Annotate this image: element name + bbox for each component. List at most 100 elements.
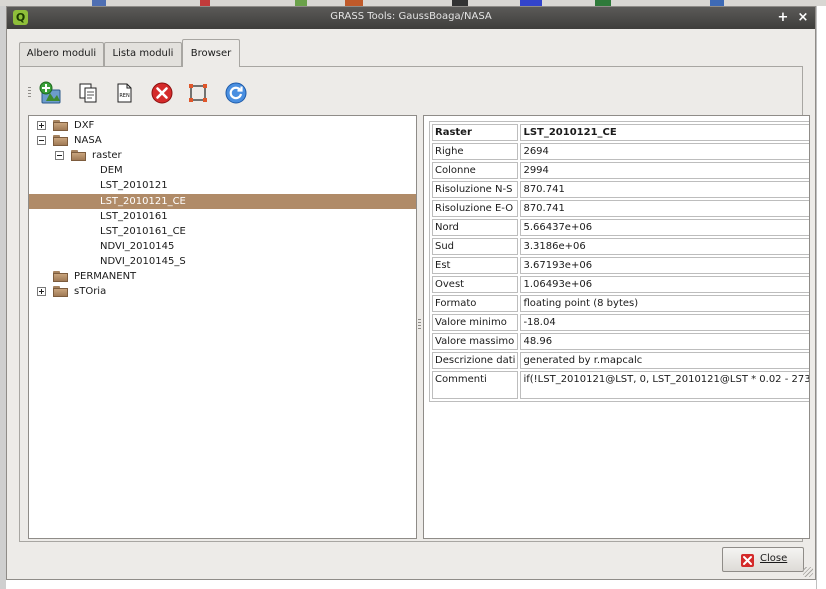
tree-map-item[interactable]: LST_2010161 <box>29 209 416 224</box>
copy-icon <box>79 83 97 103</box>
info-key: Valore minimo <box>432 314 519 331</box>
info-value: 3.67193e+06 <box>520 257 809 274</box>
window-title: GRASS Tools: GaussBoaga/NASA <box>330 11 492 22</box>
info-value: floating point (8 bytes) <box>520 295 809 312</box>
info-key: Colonne <box>432 162 519 179</box>
info-key: Raster <box>432 124 519 141</box>
delete-icon <box>151 82 173 104</box>
tree-folder-item[interactable]: PERMANENT <box>29 269 416 284</box>
info-value: -18.04 <box>520 314 809 331</box>
browser-toolbar: REN <box>20 75 802 109</box>
info-value: 48.96 <box>520 333 809 350</box>
info-value: 2694 <box>520 143 809 160</box>
delete-button[interactable] <box>150 81 174 105</box>
tree-item-label: raster <box>92 150 122 162</box>
rename-button[interactable]: REN <box>112 81 136 105</box>
tree-map-item[interactable]: LST_2010161_CE <box>29 224 416 239</box>
info-key: Formato <box>432 295 519 312</box>
info-key: Est <box>432 257 519 274</box>
info-value: 5.66437e+06 <box>520 219 809 236</box>
copy-button[interactable] <box>76 81 100 105</box>
folder-icon <box>53 286 68 298</box>
add-layer-icon <box>39 81 61 104</box>
close-x-icon <box>741 554 754 567</box>
tree-item-label: LST_2010121 <box>100 180 168 192</box>
map-info-panel: Raster LST_2010121_CE Righe 2694 Colonne 2994… <box>423 115 810 539</box>
info-row: Colonne 2994 <box>432 162 809 179</box>
rename-icon: REN <box>117 83 132 103</box>
info-row: Risoluzione N-S 870.741 <box>432 181 809 198</box>
tree-item-label: sTOria <box>74 286 107 298</box>
tree-item-label: LST_2010121_CE <box>100 195 186 207</box>
tree-item-label: LST_2010161 <box>100 210 168 222</box>
info-value: 1.06493e+06 <box>520 276 809 293</box>
info-value: 3.3186e+06 <box>520 238 809 255</box>
info-value: if(!LST_2010121@LST, 0, LST_2010121@LST … <box>520 371 809 399</box>
expand-icon[interactable] <box>37 287 46 297</box>
refresh-button[interactable] <box>224 81 248 105</box>
info-row: Risoluzione E-O 870.741 <box>432 200 809 217</box>
tab-lista-moduli[interactable]: Lista moduli <box>104 42 182 66</box>
folder-icon <box>53 120 68 131</box>
info-key: Valore massimo <box>432 333 519 350</box>
tree-item-label: NDVI_2010145_S <box>100 255 186 267</box>
collapse-icon[interactable] <box>37 136 46 146</box>
info-row: Commenti if(!LST_2010121@LST, 0, LST_2010… <box>432 371 809 399</box>
browser-panel: REN DXF NASA raster DEM LST_2010121 LST_… <box>19 66 810 542</box>
title-bar[interactable]: Q GRASS Tools: GaussBoaga/NASA + × <box>7 7 815 29</box>
collapse-icon[interactable] <box>55 151 64 161</box>
info-key: Descrizione dati <box>432 352 519 369</box>
tree-item-label: DXF <box>74 120 95 131</box>
info-key: Ovest <box>432 276 519 293</box>
tree-folder-item[interactable]: raster <box>29 148 416 163</box>
maximize-button[interactable]: + <box>775 10 791 26</box>
toolbar-grip[interactable] <box>28 87 31 98</box>
close-button-label: Close <box>760 553 788 564</box>
add-layer-button[interactable] <box>38 81 62 105</box>
tree-item-label: DEM <box>100 165 123 177</box>
info-row: Righe 2694 <box>432 143 809 160</box>
tree-map-item[interactable]: DEM <box>29 163 416 178</box>
info-value: 2994 <box>520 162 809 179</box>
tree-map-item[interactable]: NDVI_2010145 <box>29 239 416 254</box>
refresh-icon <box>225 82 247 104</box>
info-key: Righe <box>432 143 519 160</box>
close-window-button[interactable]: × <box>795 10 811 26</box>
tree-map-item[interactable]: LST_2010121 <box>29 178 416 193</box>
mapset-tree[interactable]: DXF NASA raster DEM LST_2010121 LST_2010121_C… <box>28 115 417 539</box>
info-value: generated by r.mapcalc <box>520 352 809 369</box>
close-button[interactable]: Close <box>722 547 804 572</box>
info-row: Ovest 1.06493e+06 <box>432 276 809 293</box>
info-row: Valore minimo -18.04 <box>432 314 809 331</box>
info-row: Est 3.67193e+06 <box>432 257 809 274</box>
info-key: Sud <box>432 238 519 255</box>
info-row: Raster LST_2010121_CE <box>432 124 809 141</box>
info-row: Descrizione dati generated by r.mapcalc <box>432 352 809 369</box>
tree-folder-item[interactable]: sTOria <box>29 284 416 299</box>
tree-item-label: PERMANENT <box>74 271 137 282</box>
expand-icon[interactable] <box>37 121 46 130</box>
resize-grip[interactable] <box>803 567 813 577</box>
set-region-button[interactable] <box>186 81 210 105</box>
tab-browser[interactable]: Browser <box>182 39 240 67</box>
tab-albero-moduli[interactable]: Albero moduli <box>19 42 104 66</box>
info-value: LST_2010121_CE <box>520 124 809 141</box>
tree-item-label: NASA <box>74 135 102 147</box>
map-info-table: Raster LST_2010121_CE Righe 2694 Colonne 2994… <box>429 121 809 402</box>
folder-icon <box>53 135 68 147</box>
tree-item-label: LST_2010161_CE <box>100 225 186 237</box>
info-key: Risoluzione E-O <box>432 200 519 217</box>
tree-folder-item[interactable]: DXF <box>29 118 416 133</box>
info-row: Sud 3.3186e+06 <box>432 238 809 255</box>
tree-folder-item[interactable]: NASA <box>29 133 416 148</box>
set-region-icon <box>189 84 207 102</box>
tree-map-item[interactable]: LST_2010121_CE <box>29 193 416 209</box>
info-key: Risoluzione N-S <box>432 181 519 198</box>
info-key: Commenti <box>432 371 519 399</box>
svg-text:REN: REN <box>119 93 130 99</box>
panel-splitter[interactable] <box>418 319 421 329</box>
background-app-edge <box>816 6 826 589</box>
info-row: Nord 5.66437e+06 <box>432 219 809 236</box>
tree-map-item[interactable]: NDVI_2010145_S <box>29 254 416 269</box>
folder-icon <box>71 150 86 162</box>
